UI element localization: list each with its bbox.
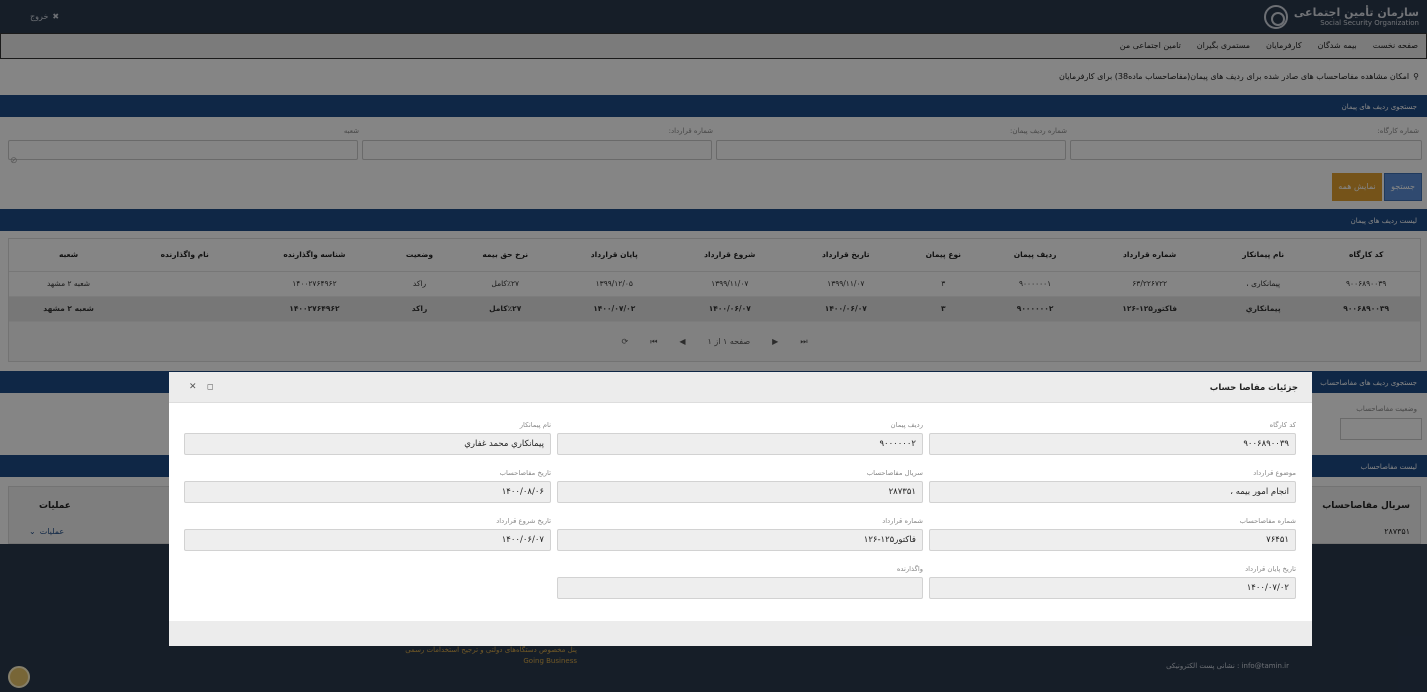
field-label-contract-start: تاریخ شروع قرارداد [496, 517, 551, 525]
field-assignor [557, 577, 923, 599]
field-clearance-serial: ۲۸۷۳۵۱ [557, 481, 923, 503]
field-clearance-number: ۷۶۴۵۱ [929, 529, 1296, 551]
field-contract-number: فاکتور۱۲۵-۱۲۶ [557, 529, 923, 551]
field-label-contract-number: شماره قرارداد [882, 517, 923, 525]
maximize-icon[interactable]: ◻ [207, 382, 214, 391]
close-icon[interactable]: ✕ [189, 382, 197, 392]
field-contract-start: ۱۴۰۰/۰۶/۰۷ [184, 529, 551, 551]
field-label-contract-end: تاریخ پایان قرارداد [1245, 565, 1296, 573]
field-label-clearance-serial: سریال مفاصاحساب [866, 469, 923, 477]
field-contract-subject: انجام امور بیمه ، [929, 481, 1296, 503]
field-label-clearance-date: تاریخ مفاصاحساب [499, 469, 551, 477]
field-label-workshop-code: کد کارگاه [1269, 421, 1296, 429]
field-label-contractor-name: نام پیمانکار [519, 421, 551, 429]
field-label-assignor: واگذارنده [896, 565, 923, 573]
field-workshop-code: ۹۰۰۶۸۹۰۰۳۹ [929, 433, 1296, 455]
field-contract-end: ۱۴۰۰/۰۷/۰۲ [929, 577, 1296, 599]
modal-footer [169, 621, 1312, 646]
field-contract-row: ۹۰۰۰۰۰۰۲ [557, 433, 923, 455]
modal-header: جزئیات مفاصا حساب ✕ ◻ [169, 372, 1312, 403]
field-label-clearance-number: شماره مفاصاحساب [1239, 517, 1296, 525]
field-label-contract-row: ردیف پیمان [890, 421, 923, 429]
field-label-contract-subject: موضوع قرارداد [1253, 469, 1296, 477]
field-contractor-name: پیمانکاري محمد غفاري [184, 433, 551, 455]
modal-title: جزئیات مفاصا حساب [1209, 383, 1298, 393]
field-clearance-date: ۱۴۰۰/۰۸/۰۶ [184, 481, 551, 503]
clearance-details-modal: جزئیات مفاصا حساب ✕ ◻ کد کارگاه ۹۰۰۶۸۹۰۰… [169, 372, 1312, 646]
